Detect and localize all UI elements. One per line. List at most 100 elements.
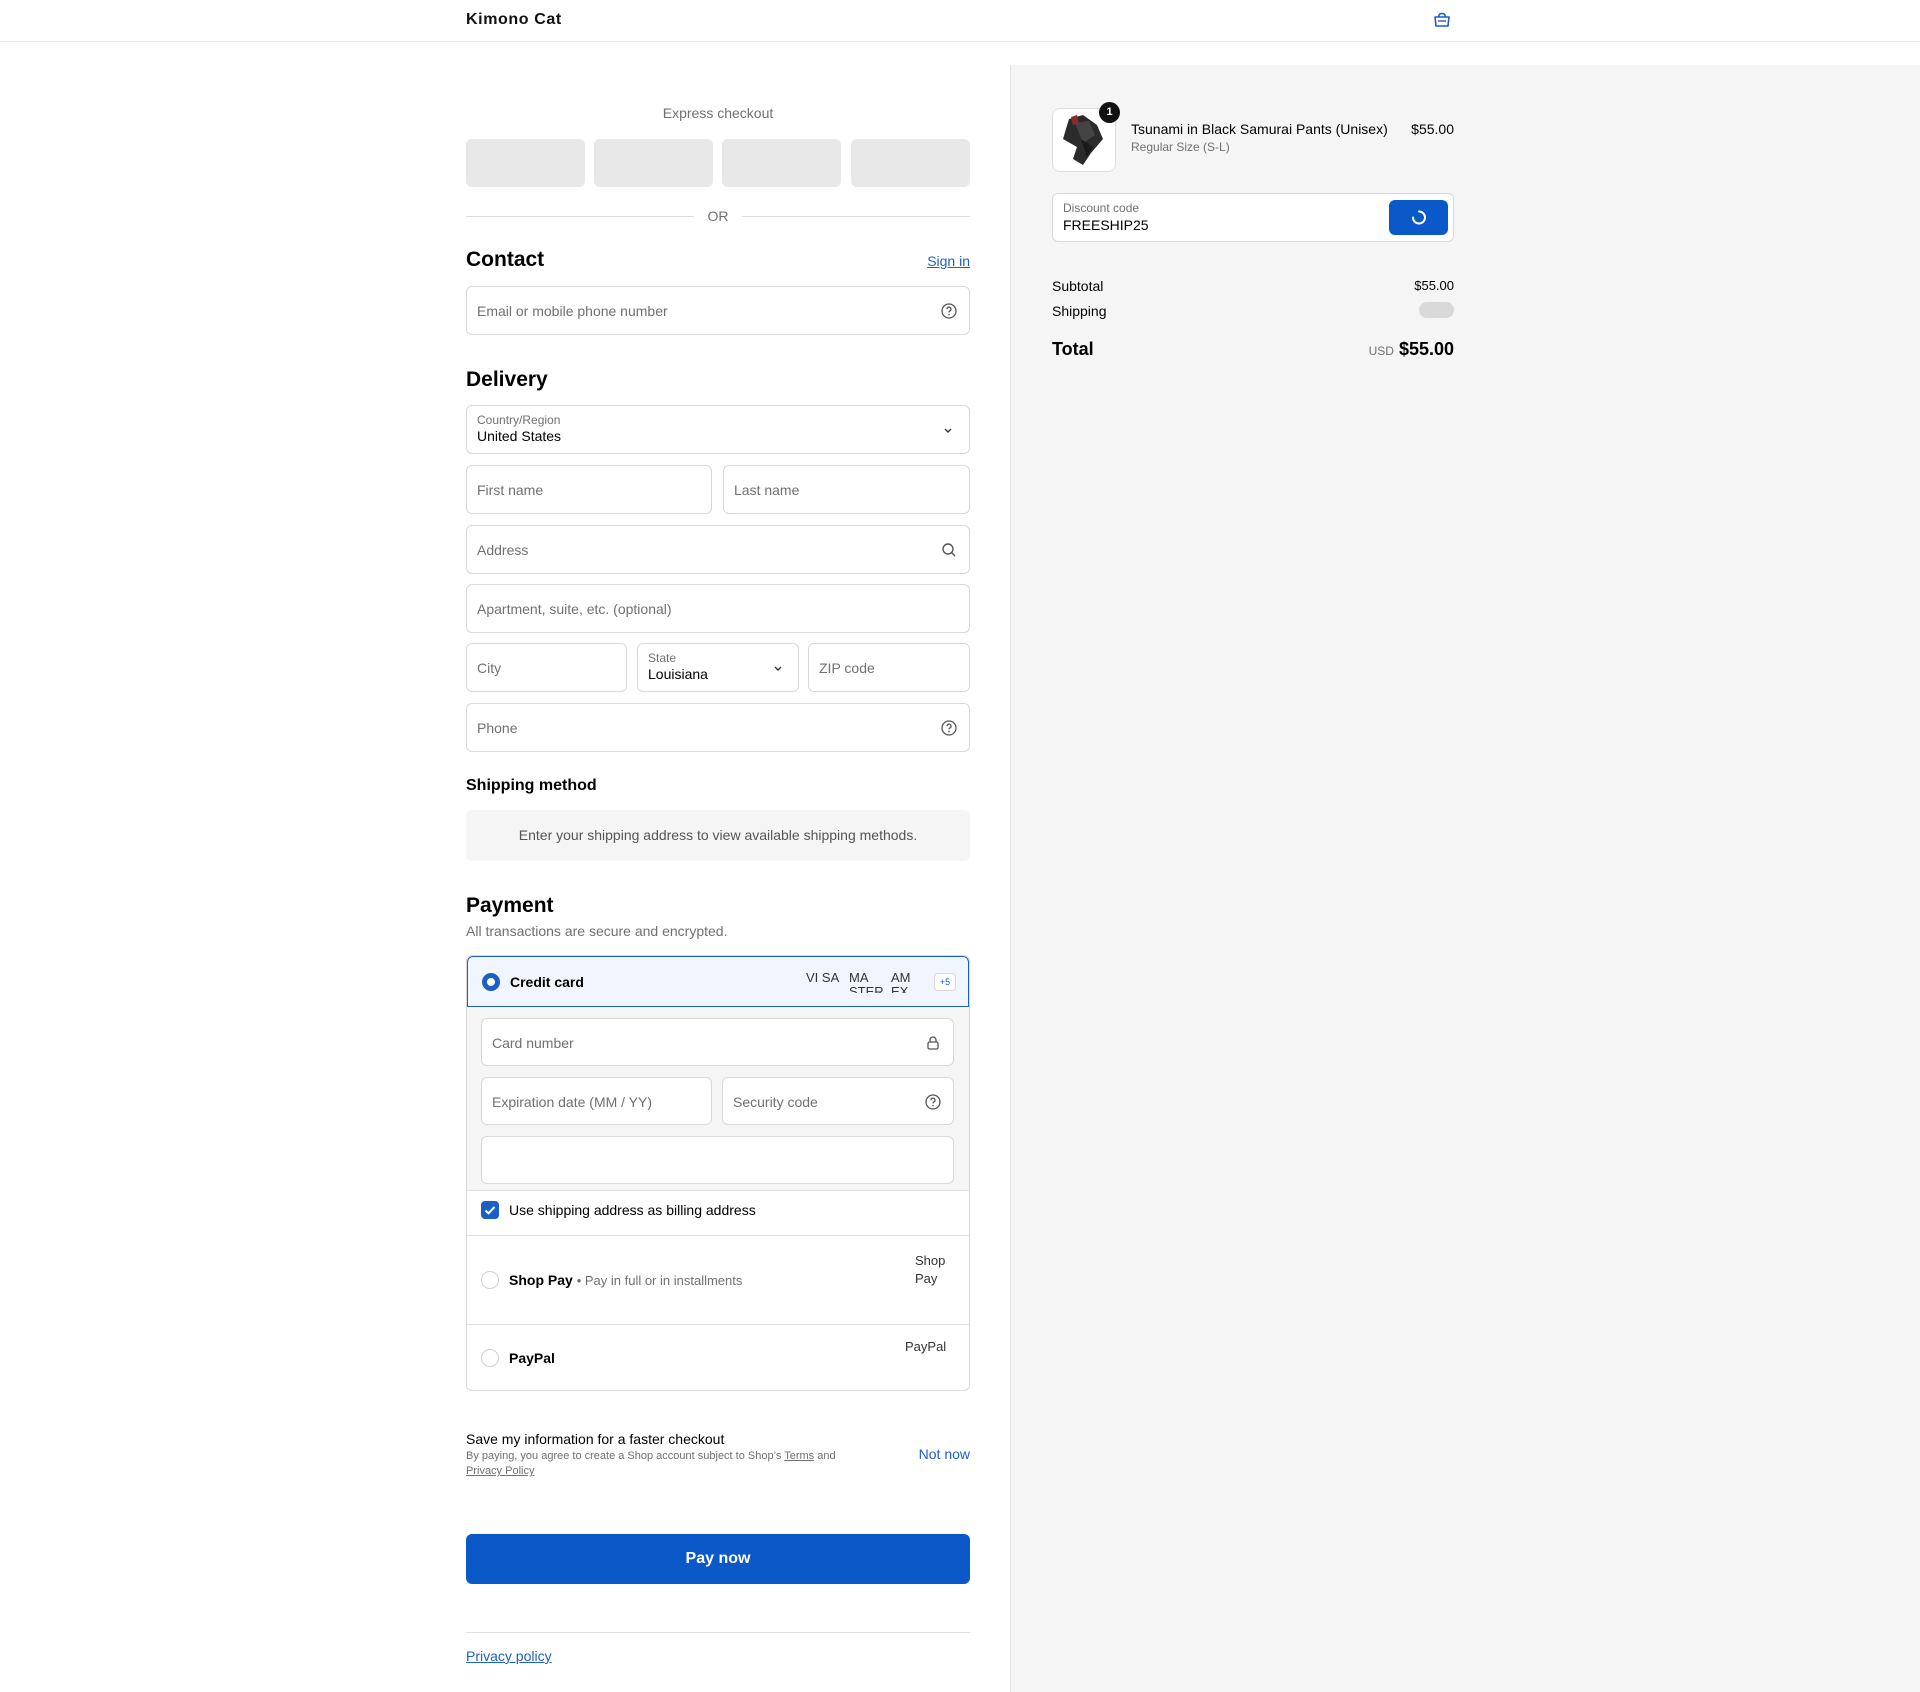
phone-field[interactable]: Phone [466, 703, 970, 752]
last-name-field[interactable]: Last name [723, 465, 970, 514]
delivery-title: Delivery [466, 368, 548, 391]
country-value: United States [477, 428, 562, 444]
credit-card-radio[interactable] [482, 973, 500, 991]
email-field[interactable]: Email or mobile phone number [466, 286, 970, 335]
subtotal-label: Subtotal [1052, 278, 1104, 294]
paypal-radio[interactable] [481, 1349, 499, 1367]
zip-placeholder: ZIP code [819, 660, 875, 676]
billing-checkbox[interactable] [481, 1201, 499, 1219]
help-circle-icon[interactable] [924, 1093, 942, 1111]
store-logo[interactable]: Kimono Cat [466, 11, 562, 29]
city-placeholder: City [477, 660, 502, 676]
or-divider: OR [466, 206, 970, 226]
discount-code-value: FREESHIP25 [1063, 217, 1149, 233]
email-placeholder: Email or mobile phone number [477, 303, 668, 319]
security-code-field[interactable]: Security code [722, 1077, 954, 1125]
last-name-placeholder: Last name [734, 482, 800, 498]
country-select[interactable]: Country/Region United States [466, 405, 970, 454]
footer-divider [466, 1632, 970, 1633]
fine-print-and: and [814, 1450, 836, 1462]
address-field[interactable]: Address [466, 525, 970, 574]
payment-title: Payment [466, 894, 554, 917]
shop-pay-name: Shop Pay [509, 1272, 573, 1288]
total-label: Total [1052, 339, 1094, 359]
paypal-label: PayPal [509, 1350, 555, 1366]
lock-icon [927, 1036, 939, 1050]
paypal-logo: PayPal [905, 1339, 947, 1354]
express-button-1[interactable] [466, 139, 585, 187]
shipping-value-placeholder [1419, 302, 1454, 318]
total-amount: $55.00 [1398, 339, 1454, 359]
help-circle-icon[interactable] [940, 302, 958, 320]
search-icon [942, 543, 956, 557]
mastercard-logo: MA STER [849, 971, 883, 993]
order-summary-pane [1010, 65, 1920, 1692]
shop-pay-sub-separator: • [576, 1273, 585, 1288]
state-select[interactable]: State Louisiana [637, 643, 799, 692]
save-info-title: Save my information for a faster checkou… [466, 1431, 725, 1447]
discount-code-label: Discount code [1063, 201, 1140, 215]
apartment-field[interactable]: Apartment, suite, etc. (optional) [466, 584, 970, 633]
shipping-method-message: Enter your shipping address to view avai… [466, 810, 970, 861]
product-name: Tsunami in Black Samurai Pants (Unisex) [1131, 121, 1388, 137]
card-number-placeholder: Card number [492, 1035, 574, 1051]
payment-methods: Credit card VI SA MA STER AM EX +5 Card … [466, 955, 970, 1391]
shop-pay-option[interactable]: Shop Pay • Pay in full or in installment… [467, 1235, 969, 1324]
security-code-placeholder: Security code [733, 1094, 818, 1110]
payment-subtitle: All transactions are secure and encrypte… [466, 923, 728, 939]
billing-checkbox-label[interactable]: Use shipping address as billing address [509, 1202, 756, 1218]
or-text: OR [707, 208, 729, 224]
shop-pay-label: Shop Pay • Pay in full or in installment… [509, 1272, 742, 1288]
chevron-down-icon [774, 666, 782, 671]
amex-logo: AM EX [891, 971, 911, 993]
expiration-field[interactable]: Expiration date (MM / YY) [481, 1077, 712, 1125]
pay-now-button[interactable]: Pay now [466, 1534, 970, 1584]
total-value: USD $55.00 [1369, 339, 1454, 360]
privacy-policy-link[interactable]: Privacy Policy [466, 1465, 534, 1477]
zip-field[interactable]: ZIP code [808, 643, 970, 692]
express-button-3[interactable] [722, 139, 841, 187]
country-label: Country/Region [477, 413, 561, 427]
first-name-field[interactable]: First name [466, 465, 712, 514]
apply-discount-button[interactable] [1389, 200, 1448, 235]
shipping-label: Shipping [1052, 303, 1107, 319]
first-name-placeholder: First name [477, 482, 544, 498]
contact-title: Contact [466, 248, 545, 271]
cart-icon[interactable] [1432, 12, 1452, 28]
discount-code-field[interactable]: Discount code FREESHIP25 [1052, 193, 1454, 242]
quantity-badge: 1 [1099, 102, 1120, 123]
phone-placeholder: Phone [477, 720, 518, 736]
shop-pay-radio[interactable] [481, 1271, 499, 1289]
apartment-placeholder: Apartment, suite, etc. (optional) [477, 601, 672, 617]
save-info-fine-print: By paying, you agree to create a Shop ac… [466, 1449, 886, 1479]
loading-spinner-icon [1412, 210, 1426, 225]
sign-in-link[interactable]: Sign in [927, 253, 970, 269]
express-button-4[interactable] [851, 139, 970, 187]
help-circle-icon[interactable] [940, 719, 958, 737]
shop-pay-subtitle: Pay in full or in installments [584, 1273, 743, 1288]
more-cards-badge[interactable]: +5 [934, 973, 956, 991]
credit-card-option[interactable]: Credit card VI SA MA STER AM EX +5 [467, 956, 969, 1007]
state-label: State [648, 651, 677, 665]
shop-pay-logo: Shop Pay [915, 1253, 946, 1286]
subtotal-value: $55.00 [1414, 278, 1454, 293]
paypal-option[interactable]: PayPal PayPal [467, 1324, 969, 1390]
terms-link[interactable]: Terms [784, 1450, 814, 1462]
card-number-field[interactable]: Card number [481, 1018, 954, 1066]
not-now-button[interactable]: Not now [919, 1446, 970, 1462]
name-on-card-field[interactable] [481, 1136, 954, 1184]
fine-print-text: By paying, you agree to create a Shop ac… [466, 1450, 785, 1462]
footer-privacy-policy-link[interactable]: Privacy policy [466, 1648, 552, 1664]
product-price: $55.00 [1411, 121, 1454, 137]
expiration-placeholder: Expiration date (MM / YY) [492, 1094, 653, 1110]
state-value: Louisiana [648, 666, 708, 682]
credit-card-form: Card number Expiration date (MM / YY) Se… [467, 1007, 969, 1191]
header: Kimono Cat [0, 0, 1920, 42]
credit-card-label: Credit card [510, 974, 584, 990]
express-button-2[interactable] [594, 139, 713, 187]
check-icon [484, 1206, 496, 1215]
shipping-method-title: Shipping method [466, 777, 597, 794]
address-placeholder: Address [477, 542, 529, 558]
currency-code: USD [1368, 344, 1394, 358]
city-field[interactable]: City [466, 643, 627, 692]
